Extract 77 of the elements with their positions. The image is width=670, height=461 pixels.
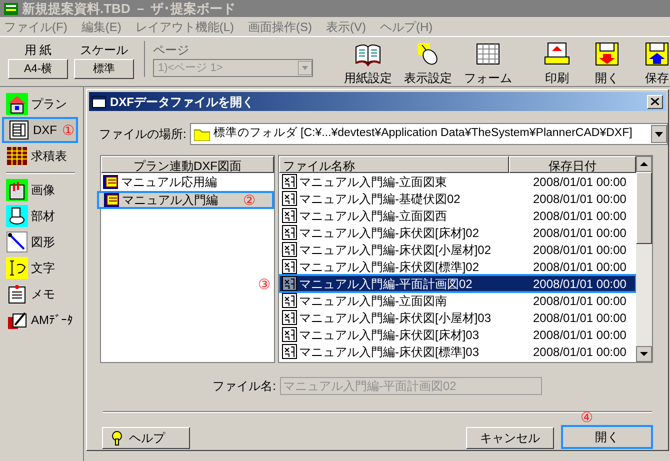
open-button[interactable]: 開く — [561, 425, 653, 449]
sidebar-item[interactable]: 部材 — [6, 203, 82, 229]
document-icon — [282, 344, 297, 359]
file-row[interactable]: マニュアル入門編-立面図東 2008/01/01 00:00 — [279, 173, 636, 190]
sidebar-item[interactable]: 求積表 — [6, 143, 82, 169]
document-icon — [282, 208, 297, 223]
picture-icon — [6, 179, 28, 201]
sidebar-item[interactable]: AMﾃﾞｰﾀ — [6, 307, 82, 333]
file-row[interactable]: マニュアル入門編-平面計画図02 2008/01/01 00:00 — [279, 275, 636, 292]
toolbar-button[interactable]: フォーム — [461, 41, 515, 86]
toolbar-label: スケール — [80, 42, 128, 59]
column-header[interactable]: プラン連動DXF図面 — [101, 156, 274, 173]
printer-icon — [543, 41, 571, 67]
toilet-icon — [6, 205, 28, 227]
filename-label: ファイル名: — [212, 378, 276, 395]
dropdown-arrow-icon — [298, 61, 312, 75]
document-icon — [282, 242, 297, 257]
scroll-thumb[interactable] — [636, 172, 652, 244]
document-icon — [103, 175, 118, 189]
column-header[interactable]: ファイル名称 — [279, 156, 509, 173]
document-icon — [282, 276, 297, 291]
dropdown-button[interactable]: 標準 — [74, 59, 134, 79]
file-row[interactable]: マニュアル入門編-床伏図[標準]02 2008/01/01 00:00 — [279, 258, 636, 275]
file-row[interactable]: マニュアル入門編-床伏図[小屋材]02 2008/01/01 00:00 — [279, 241, 636, 258]
toolbar-button[interactable]: 開く — [585, 41, 629, 86]
sidebar-item[interactable]: 図形 — [6, 229, 82, 255]
file-row[interactable]: マニュアル入門編-基礎伏図02 2008/01/01 00:00 — [279, 190, 636, 207]
app-icon — [4, 2, 18, 14]
location-label: ファイルの場所: — [99, 126, 186, 143]
table-icon — [6, 145, 28, 167]
sidebar-item[interactable]: 画像 — [6, 177, 82, 203]
cancel-button[interactable]: キャンセル — [466, 427, 554, 449]
sidebar-item[interactable]: DXF ① — [2, 117, 78, 143]
window-title: 新規提案資料.TBD － ザ･提案ボード — [22, 0, 236, 18]
toolbar-button[interactable]: 保存 — [635, 41, 670, 86]
note-icon — [6, 283, 28, 305]
plan-list-item[interactable]: マニュアル入門編 ② — [97, 191, 274, 209]
close-button[interactable] — [647, 94, 663, 108]
plan-list-item[interactable]: マニュアル応用編 — [101, 173, 274, 191]
document-icon — [282, 327, 297, 342]
file-row[interactable]: マニュアル入門編-床伏図[床材]02 2008/01/01 00:00 — [279, 224, 636, 241]
column-header[interactable]: 保存日付 — [509, 156, 636, 173]
toolbar-button[interactable]: 表示設定 — [401, 41, 455, 86]
file-row[interactable]: マニュアル入門編-床伏図[小屋材]03 2008/01/01 00:00 — [279, 309, 636, 326]
document-icon — [282, 310, 297, 325]
text-icon — [6, 257, 28, 279]
sidebar-item[interactable]: プラン — [6, 91, 82, 117]
toolbar-label: ページ — [153, 42, 190, 59]
toolbar-label: 用 紙 — [24, 42, 52, 59]
folder-icon — [194, 128, 210, 140]
drawing-icon — [8, 119, 30, 141]
file-row[interactable]: マニュアル入門編-立面図西 2008/01/01 00:00 — [279, 207, 636, 224]
file-row[interactable]: マニュアル入門編-床伏図[標準]03 2008/01/01 00:00 — [279, 343, 636, 360]
document-icon — [104, 193, 119, 207]
annotation-marker: ③ — [258, 274, 272, 294]
close-icon — [651, 98, 659, 105]
scrollbar[interactable] — [636, 156, 652, 362]
dropdown-button[interactable]: A4-横 — [8, 59, 68, 79]
sidebar-item[interactable]: メモ — [6, 281, 82, 307]
file-row[interactable]: マニュアル入門編-床伏図[床材]03 2008/01/01 00:00 — [279, 326, 636, 343]
location-dropdown[interactable]: 標準のフォルダ [C:¥...¥devtest¥Application Data¥TheSystem¥PlannerCAD¥DXF] — [190, 123, 668, 145]
annotation-marker: ④ — [580, 409, 594, 425]
document-icon — [282, 225, 297, 240]
document-icon — [282, 191, 297, 206]
file-row[interactable]: マニュアル入門編-立面図南 2008/01/01 00:00 — [279, 292, 636, 309]
toolbar-button[interactable]: 印刷 — [535, 41, 579, 86]
grid-icon — [474, 41, 502, 67]
document-icon — [282, 259, 297, 274]
sidebar-item[interactable]: 文字 — [6, 255, 82, 281]
window-icon — [92, 96, 106, 108]
document-icon — [282, 293, 297, 308]
line-icon — [6, 231, 28, 253]
toolbar-button[interactable]: 用紙設定 — [341, 41, 395, 86]
help-button[interactable]: ヘルプ — [102, 427, 190, 449]
house-icon — [6, 93, 28, 115]
dialog-title: DXFデータファイルを開く — [110, 94, 255, 110]
document-icon — [282, 174, 297, 189]
